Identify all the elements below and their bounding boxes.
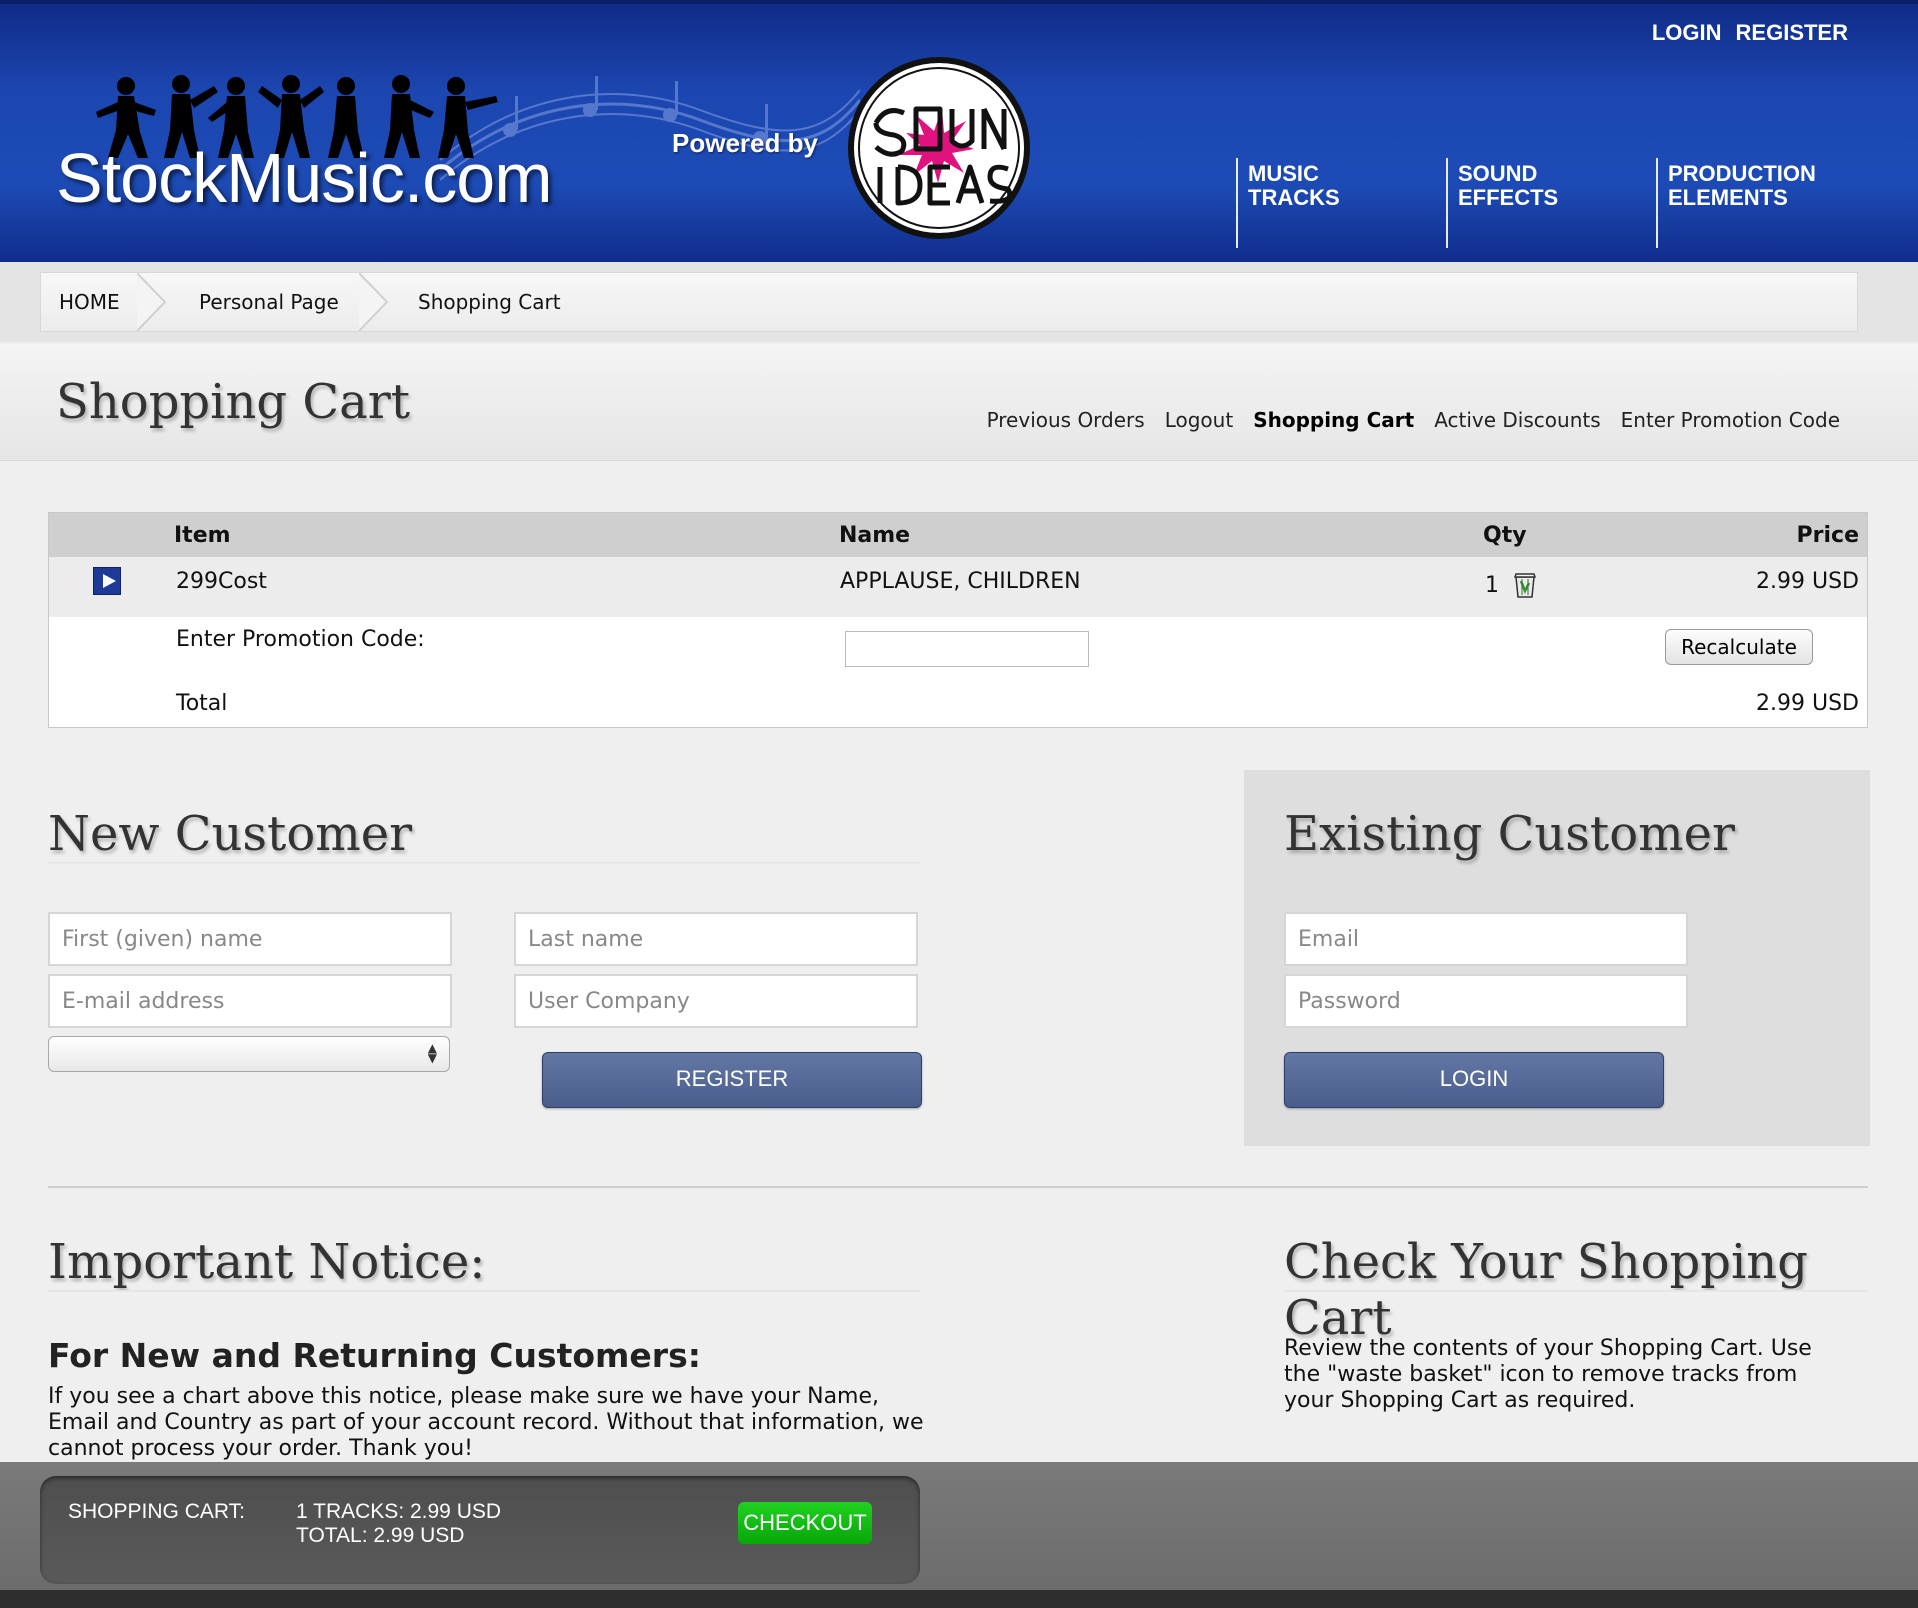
bottom-cart-bar: SHOPPING CART: 1 TRACKS: 2.99 USD TOTAL:… <box>0 1462 1918 1608</box>
cart-item-id: 299Cost <box>176 569 267 594</box>
bottom-cart-label: SHOPPING CART: <box>68 1500 245 1523</box>
section-rule <box>48 1290 920 1294</box>
logo-text: StockMusic.com <box>56 139 553 217</box>
bottom-cart-total: TOTAL: 2.99 USD <box>296 1524 465 1547</box>
section-rule <box>48 862 920 866</box>
bottom-cart-summary: SHOPPING CART: 1 TRACKS: 2.99 USD TOTAL:… <box>40 1476 920 1584</box>
first-name-field[interactable] <box>48 912 452 966</box>
account-subnav: Previous Orders Logout Shopping Cart Act… <box>987 408 1840 432</box>
new-customer-title: New Customer <box>48 806 413 862</box>
breadcrumb-home[interactable]: HOME <box>59 273 120 331</box>
recalculate-button[interactable]: Recalculate <box>1665 629 1813 665</box>
breadcrumb-shopping-cart: Shopping Cart <box>418 290 561 314</box>
email-field[interactable] <box>48 974 452 1028</box>
notice-subtitle: For New and Returning Customers: <box>48 1336 701 1375</box>
waste-basket-icon[interactable] <box>1513 571 1537 599</box>
subnav-previous-orders[interactable]: Previous Orders <box>987 408 1145 432</box>
last-name-field[interactable] <box>514 912 918 966</box>
register-link[interactable]: REGISTER <box>1736 20 1848 46</box>
login-button[interactable]: LOGIN <box>1284 1052 1664 1108</box>
nav-sound-effects-label: SOUND EFFECTS <box>1458 161 1559 210</box>
sound-ideas-logo-icon[interactable] <box>846 55 1032 241</box>
cart-table: Item Name Qty Price 299Cost APPLAUSE, CH… <box>48 512 1868 728</box>
nav-music-tracks[interactable]: MUSIC TRACKS <box>1236 158 1426 248</box>
promo-code-input[interactable] <box>845 631 1089 667</box>
column-header-name: Name <box>839 523 911 548</box>
subnav-logout[interactable]: Logout <box>1165 408 1233 432</box>
total-label: Total <box>176 691 228 716</box>
cart-table-header: Item Name Qty Price <box>49 513 1867 557</box>
breadcrumb-personal-page[interactable]: Personal Page <box>199 273 339 331</box>
nav-music-tracks-label: MUSIC TRACKS <box>1248 161 1340 210</box>
column-header-qty: Qty <box>1483 523 1527 548</box>
subnav-enter-promotion-code[interactable]: Enter Promotion Code <box>1621 408 1840 432</box>
nav-production-elements-label: PRODUCTION ELEMENTS <box>1668 161 1816 210</box>
column-header-item: Item <box>174 523 231 548</box>
site-header: LOGIN REGISTER StockMusic.com Powered by <box>0 0 1918 262</box>
login-link[interactable]: LOGIN <box>1652 20 1722 46</box>
check-cart-body: Review the contents of your Shopping Car… <box>1284 1336 1812 1413</box>
country-select[interactable]: ▲ ▼ <box>48 1036 450 1072</box>
bottom-strip <box>0 1590 1918 1608</box>
breadcrumb-separator-icon <box>137 273 167 331</box>
register-button[interactable]: REGISTER <box>542 1052 922 1108</box>
section-divider <box>48 1186 1868 1188</box>
company-field[interactable] <box>514 974 918 1028</box>
column-header-price: Price <box>1796 523 1859 548</box>
important-notice-title: Important Notice: <box>48 1234 486 1290</box>
cart-item-name: APPLAUSE, CHILDREN <box>840 569 1081 594</box>
notice-body: If you see a chart above this notice, pl… <box>48 1384 924 1461</box>
account-links: LOGIN REGISTER <box>1652 20 1848 46</box>
play-icon[interactable] <box>93 567 121 595</box>
title-band: Shopping Cart Previous Orders Logout Sho… <box>0 344 1918 461</box>
powered-by-label: Powered by <box>672 128 818 158</box>
cart-item-price: 2.99 USD <box>1756 569 1859 594</box>
subnav-shopping-cart[interactable]: Shopping Cart <box>1253 408 1414 432</box>
checkout-button[interactable]: CHECKOUT <box>738 1502 872 1544</box>
breadcrumb-separator-icon <box>359 273 389 331</box>
header-top-line <box>0 0 1918 4</box>
select-arrows-icon: ▲ ▼ <box>427 1041 437 1065</box>
nav-production-elements[interactable]: PRODUCTION ELEMENTS <box>1656 158 1846 248</box>
nav-sound-effects[interactable]: SOUND EFFECTS <box>1446 158 1636 248</box>
breadcrumb: HOME Personal Page Shopping Cart <box>40 272 1858 332</box>
promo-code-label: Enter Promotion Code: <box>176 627 425 652</box>
page-title: Shopping Cart <box>56 374 410 430</box>
subnav-active-discounts[interactable]: Active Discounts <box>1434 408 1600 432</box>
existing-customer-title: Existing Customer <box>1284 806 1735 862</box>
section-rule <box>1284 1290 1868 1294</box>
bottom-cart-tracks: 1 TRACKS: 2.99 USD <box>296 1500 502 1523</box>
site-logo[interactable]: StockMusic.com <box>56 72 556 222</box>
total-value: 2.99 USD <box>1756 691 1859 716</box>
cart-item-qty: 1 <box>1485 573 1499 598</box>
login-password-field[interactable] <box>1284 974 1688 1028</box>
login-email-field[interactable] <box>1284 912 1688 966</box>
main-nav: MUSIC TRACKS SOUND EFFECTS PRODUCTION EL… <box>1236 158 1866 248</box>
table-row: 299Cost APPLAUSE, CHILDREN 1 2.99 USD <box>49 557 1867 617</box>
